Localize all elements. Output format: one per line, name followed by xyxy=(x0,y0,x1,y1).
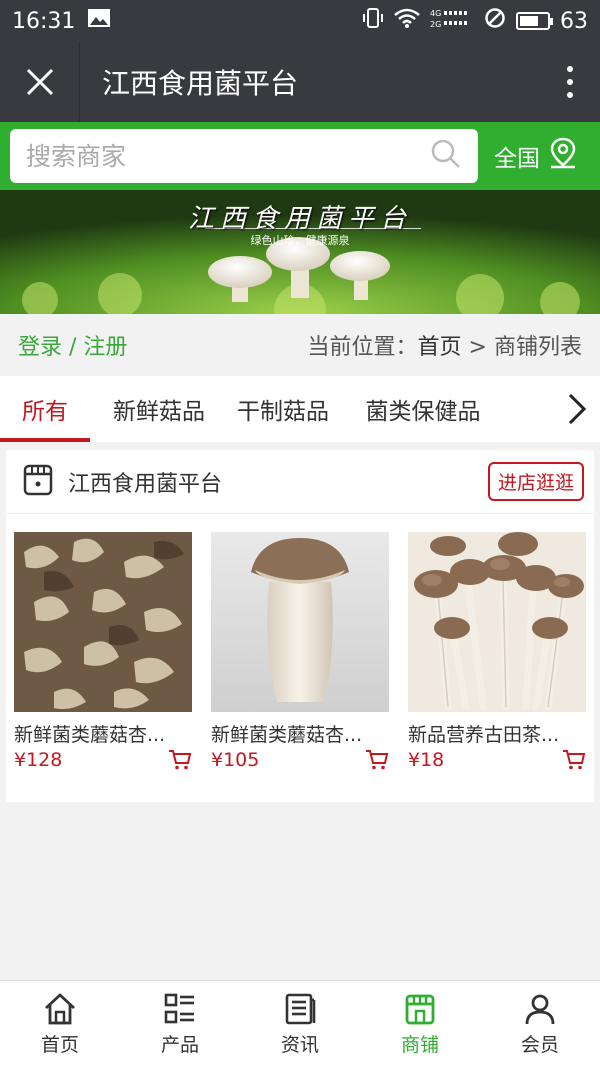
chevron-right-icon xyxy=(568,393,587,425)
product-list: 新鲜菌类蘑菇杏... ¥128 新鲜菌类蘑菇杏... ¥105 新品营养古田茶.… xyxy=(6,514,594,771)
nav-home[interactable]: 首页 xyxy=(0,981,120,1067)
breadcrumb-current: 商铺列表 xyxy=(493,335,582,360)
status-time: 16:31 xyxy=(12,8,76,34)
region-label: 全国 xyxy=(494,146,540,172)
svg-text:4G: 4G xyxy=(430,9,441,18)
product-price: ¥128 xyxy=(14,749,63,771)
status-icons: 4G 2G 63 xyxy=(362,7,588,35)
product-image-king-oyster-mushroom[interactable] xyxy=(211,532,389,712)
product-price-row: ¥105 xyxy=(211,749,389,771)
product-price-row: ¥18 xyxy=(408,749,586,771)
tab-fresh-mushrooms[interactable]: 新鲜菇品 xyxy=(90,376,228,442)
breadcrumb-bar: 登录 / 注册 当前位置：首页 > 商铺列表 xyxy=(0,314,600,376)
banner[interactable]: 江西食用菌平台 绿色山珍，健康源泉 xyxy=(0,190,600,314)
enter-shop-button[interactable]: 进店逛逛 xyxy=(487,462,584,501)
home-icon xyxy=(45,992,75,1024)
tab-health-products[interactable]: 菌类保健品 xyxy=(338,376,508,442)
close-button[interactable] xyxy=(0,42,80,122)
no-sim-icon xyxy=(484,7,506,35)
product-name[interactable]: 新鲜菌类蘑菇杏... xyxy=(14,720,192,747)
shop-header: 江西食用菌平台 进店逛逛 xyxy=(6,450,594,514)
add-to-cart-icon[interactable] xyxy=(168,749,192,771)
nav-label: 商铺 xyxy=(400,1033,439,1056)
product-price: ¥18 xyxy=(408,749,445,771)
category-tabs: 所有 新鲜菇品 干制菇品 菌类保健品 xyxy=(0,376,600,442)
tabs-scroll-right-button[interactable] xyxy=(566,376,588,442)
search-input[interactable] xyxy=(26,141,430,171)
tab-all[interactable]: 所有 xyxy=(0,376,90,442)
nav-member[interactable]: 会员 xyxy=(480,981,600,1067)
shop-card: 江西食用菌平台 进店逛逛 新鲜菌类蘑菇杏... ¥128 新鲜菌类蘑菇杏... … xyxy=(6,450,594,802)
nav-label: 会员 xyxy=(520,1033,559,1056)
title-bar: 江西食用菌平台 xyxy=(0,42,600,122)
nav-label: 产品 xyxy=(160,1033,199,1056)
search-box xyxy=(10,129,478,183)
product-name[interactable]: 新品营养古田茶... xyxy=(408,720,586,747)
search-bar: 全国 xyxy=(0,122,600,190)
product-image-tea-tree-mushrooms[interactable] xyxy=(408,532,586,712)
image-icon xyxy=(87,8,111,34)
status-bar: 16:31 4G 2G 63 xyxy=(0,0,600,42)
more-menu-button[interactable] xyxy=(540,66,600,98)
product-name[interactable]: 新鲜菌类蘑菇杏... xyxy=(211,720,389,747)
add-to-cart-icon[interactable] xyxy=(562,749,586,771)
shop-name: 江西食用菌平台 xyxy=(68,471,223,497)
nav-label: 首页 xyxy=(40,1033,79,1056)
breadcrumb: 当前位置：首页 > 商铺列表 xyxy=(308,329,582,361)
login-register-link[interactable]: 登录 / 注册 xyxy=(18,329,127,361)
product-list-icon xyxy=(164,993,194,1023)
banner-subtitle: 绿色山珍，健康源泉 xyxy=(250,234,350,247)
nav-news[interactable]: 资讯 xyxy=(240,981,360,1067)
news-icon xyxy=(285,993,316,1024)
vibrate-icon xyxy=(362,7,384,35)
store-icon xyxy=(405,994,435,1024)
search-icon[interactable] xyxy=(430,138,462,174)
breadcrumb-separator: > xyxy=(461,335,494,360)
product-price: ¥105 xyxy=(211,749,260,771)
breadcrumb-home-link[interactable]: 首页 xyxy=(418,335,462,360)
region-selector[interactable]: 全国 xyxy=(494,137,578,175)
product-price-row: ¥128 xyxy=(14,749,192,771)
product-card[interactable]: 新鲜菌类蘑菇杏... ¥105 xyxy=(211,532,389,771)
tab-dried-mushrooms[interactable]: 干制菇品 xyxy=(228,376,338,442)
user-icon xyxy=(525,994,555,1024)
product-card[interactable]: 新鲜菌类蘑菇杏... ¥128 xyxy=(14,532,192,771)
battery-icon xyxy=(516,12,553,30)
add-to-cart-icon[interactable] xyxy=(365,749,389,771)
nav-shops[interactable]: 商铺 xyxy=(360,981,480,1067)
nav-label: 资讯 xyxy=(280,1033,319,1056)
store-icon xyxy=(22,463,54,501)
location-pin-icon xyxy=(548,137,578,175)
product-image-dried-mushrooms[interactable] xyxy=(14,532,192,712)
wifi-icon xyxy=(394,7,420,35)
bottom-nav: 首页 产品 资讯 商铺 会员 xyxy=(0,980,600,1067)
page-title: 江西食用菌平台 xyxy=(102,67,299,100)
close-icon xyxy=(26,68,53,96)
svg-text:2G: 2G xyxy=(430,20,441,29)
signal-icon: 4G 2G xyxy=(430,7,474,35)
nav-products[interactable]: 产品 xyxy=(120,981,240,1067)
breadcrumb-prefix: 当前位置： xyxy=(307,335,418,360)
banner-title: 江西食用菌平台 xyxy=(187,204,412,234)
battery-level: 63 xyxy=(560,8,588,34)
product-card[interactable]: 新品营养古田茶... ¥18 xyxy=(408,532,586,771)
